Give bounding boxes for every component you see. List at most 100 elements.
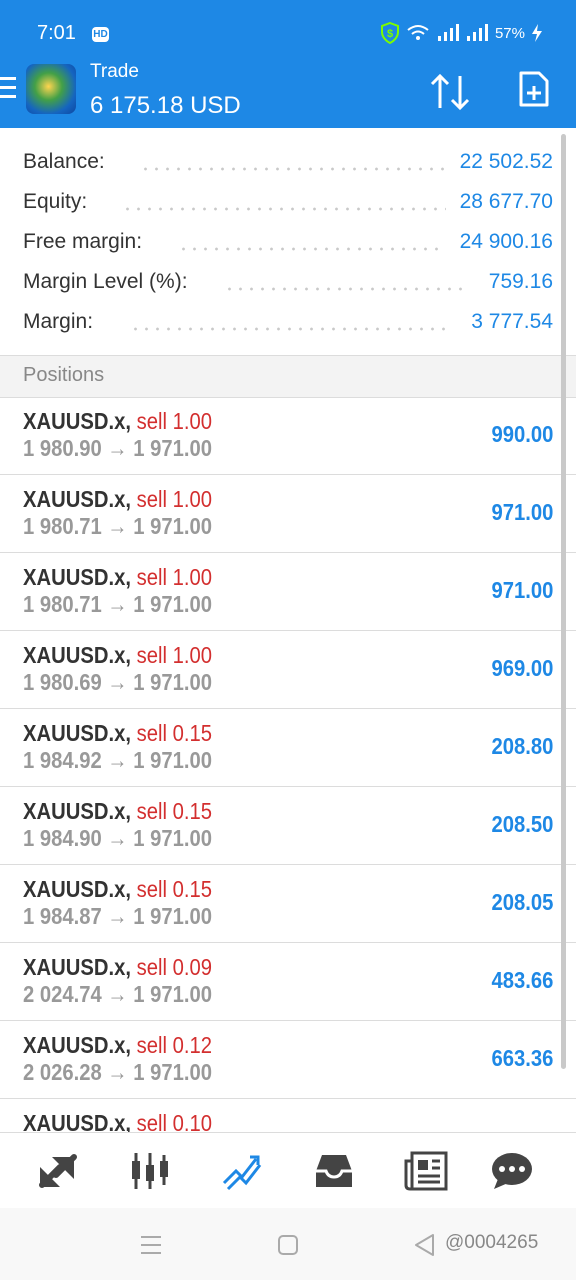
account-profit: 6 175.18 USD xyxy=(90,92,241,119)
leader-dots xyxy=(140,167,446,171)
app-header: 7:01 HD $ 57% Trade 6 175.18 USD xyxy=(0,0,576,128)
position-profit: 969.00 xyxy=(491,655,553,681)
position-row[interactable]: XAUUSD.x, sell 1.00 1 980.90 → 1 971.00 … xyxy=(0,397,576,475)
quotes-icon xyxy=(39,1154,77,1188)
summary-value: 22 502.52 xyxy=(459,150,553,174)
position-symbol: XAUUSD.x, xyxy=(23,954,131,980)
scrollbar[interactable] xyxy=(561,134,566,1069)
position-symbol: XAUUSD.x, xyxy=(23,798,131,824)
app-bar: Trade 6 175.18 USD xyxy=(0,56,576,128)
position-prices: 2 026.28 → 1 971.00 xyxy=(23,1059,213,1085)
summary-value: 28 677.70 xyxy=(459,190,553,214)
chart-icon xyxy=(132,1153,168,1189)
position-direction: sell 0.09 xyxy=(136,954,212,980)
position-symbol: XAUUSD.x, xyxy=(23,876,131,902)
signal-icon xyxy=(437,24,459,41)
position-prices: 1 980.71 → 1 971.00 xyxy=(23,513,213,539)
new-order-icon[interactable] xyxy=(518,70,550,108)
system-nav-bar: @0004265 xyxy=(0,1208,576,1280)
position-row[interactable]: XAUUSD.x, sell 0.12 2 026.28 → 1 971.00 … xyxy=(0,1021,576,1099)
account-summary: Balance: 22 502.52 Equity: 28 677.70 Fre… xyxy=(0,128,576,342)
summary-label: Equity: xyxy=(23,190,88,214)
position-prices: 1 980.71 → 1 971.00 xyxy=(23,591,213,617)
position-direction: sell 0.12 xyxy=(136,1032,212,1058)
sort-icon[interactable] xyxy=(428,72,472,112)
hd-badge: HD xyxy=(92,27,109,42)
position-symbol: XAUUSD.x, xyxy=(23,564,131,590)
position-symbol: XAUUSD.x, xyxy=(23,642,131,668)
leader-dots xyxy=(130,327,448,331)
summary-row-free-margin: Free margin: 24 900.16 xyxy=(0,222,576,262)
battery-percent: 57% xyxy=(494,24,525,42)
position-prices: 1 980.90 → 1 971.00 xyxy=(23,435,213,461)
leader-dots xyxy=(178,247,446,251)
position-row[interactable]: XAUUSD.x, sell 1.00 1 980.69 → 1 971.00 … xyxy=(0,631,576,709)
news-icon xyxy=(404,1151,448,1191)
position-symbol: XAUUSD.x, xyxy=(23,1032,131,1058)
summary-value: 24 900.16 xyxy=(459,230,553,254)
home-icon[interactable] xyxy=(277,1234,299,1256)
summary-label: Free margin: xyxy=(23,230,143,254)
position-row[interactable]: XAUUSD.x, sell 0.15 1 984.92 → 1 971.00 … xyxy=(0,709,576,787)
position-profit: 208.80 xyxy=(491,733,553,759)
summary-label: Balance: xyxy=(23,150,105,174)
position-row[interactable]: XAUUSD.x, sell 1.00 1 980.71 → 1 971.00 … xyxy=(0,475,576,553)
recent-apps-icon[interactable] xyxy=(140,1235,162,1255)
nav-chart[interactable] xyxy=(126,1147,174,1195)
svg-text:$: $ xyxy=(387,28,393,40)
menu-icon[interactable] xyxy=(0,77,16,101)
back-icon[interactable] xyxy=(413,1233,435,1257)
app-logo xyxy=(26,64,76,114)
position-row[interactable]: XAUUSD.x, sell 0.09 2 024.74 → 1 971.00 … xyxy=(0,943,576,1021)
status-time: 7:01 xyxy=(37,22,76,44)
nav-trade[interactable] xyxy=(218,1147,266,1195)
position-profit: 663.36 xyxy=(491,1045,553,1071)
page-title: Trade xyxy=(90,61,139,82)
nav-history[interactable] xyxy=(310,1147,358,1195)
summary-row-balance: Balance: 22 502.52 xyxy=(0,142,576,182)
position-direction: sell 1.00 xyxy=(136,642,212,668)
summary-label: Margin: xyxy=(23,310,94,334)
summary-row-margin-level: Margin Level (%): 759.16 xyxy=(0,262,576,302)
section-title: Positions xyxy=(23,364,105,386)
position-direction: sell 0.15 xyxy=(136,876,212,902)
position-symbol: XAUUSD.x, xyxy=(23,408,131,434)
nav-chat[interactable] xyxy=(488,1147,536,1195)
positions-list: XAUUSD.x, sell 1.00 1 980.90 → 1 971.00 … xyxy=(0,397,576,1177)
position-row[interactable]: XAUUSD.x, sell 0.15 1 984.87 → 1 971.00 … xyxy=(0,865,576,943)
position-direction: sell 1.00 xyxy=(136,486,212,512)
nav-quotes[interactable] xyxy=(34,1147,82,1195)
wifi-icon xyxy=(407,25,429,40)
summary-row-margin: Margin: 3 777.54 xyxy=(0,302,576,342)
nav-news[interactable] xyxy=(402,1147,450,1195)
position-profit: 208.05 xyxy=(491,889,553,915)
signal-icon-2 xyxy=(466,24,488,41)
position-row[interactable]: XAUUSD.x, sell 0.15 1 984.90 → 1 971.00 … xyxy=(0,787,576,865)
position-direction: sell 1.00 xyxy=(136,564,212,590)
position-profit: 971.00 xyxy=(491,499,553,525)
leader-dots xyxy=(224,287,466,291)
position-prices: 1 984.90 → 1 971.00 xyxy=(23,825,213,851)
shield-icon: $ xyxy=(380,22,399,44)
position-direction: sell 0.15 xyxy=(136,720,212,746)
chat-icon xyxy=(492,1153,532,1189)
position-prices: 1 984.87 → 1 971.00 xyxy=(23,903,213,929)
position-profit: 990.00 xyxy=(491,421,553,447)
bottom-nav xyxy=(0,1132,576,1209)
position-profit: 971.00 xyxy=(491,577,553,603)
position-row[interactable]: XAUUSD.x, sell 1.00 1 980.71 → 1 971.00 … xyxy=(0,553,576,631)
position-direction: sell 0.15 xyxy=(136,798,212,824)
position-profit: 208.50 xyxy=(491,811,553,837)
charging-icon xyxy=(532,24,542,42)
position-profit: 483.66 xyxy=(491,967,553,993)
positions-header: Positions xyxy=(0,355,576,398)
summary-value: 3 777.54 xyxy=(471,310,553,334)
position-prices: 2 024.74 → 1 971.00 xyxy=(23,981,213,1007)
position-prices: 1 984.92 → 1 971.00 xyxy=(23,747,213,773)
summary-row-equity: Equity: 28 677.70 xyxy=(0,182,576,222)
watermark: @0004265 xyxy=(445,1232,539,1253)
summary-label: Margin Level (%): xyxy=(23,270,188,294)
position-direction: sell 1.00 xyxy=(136,408,212,434)
position-symbol: XAUUSD.x, xyxy=(23,486,131,512)
trade-icon xyxy=(222,1155,262,1191)
